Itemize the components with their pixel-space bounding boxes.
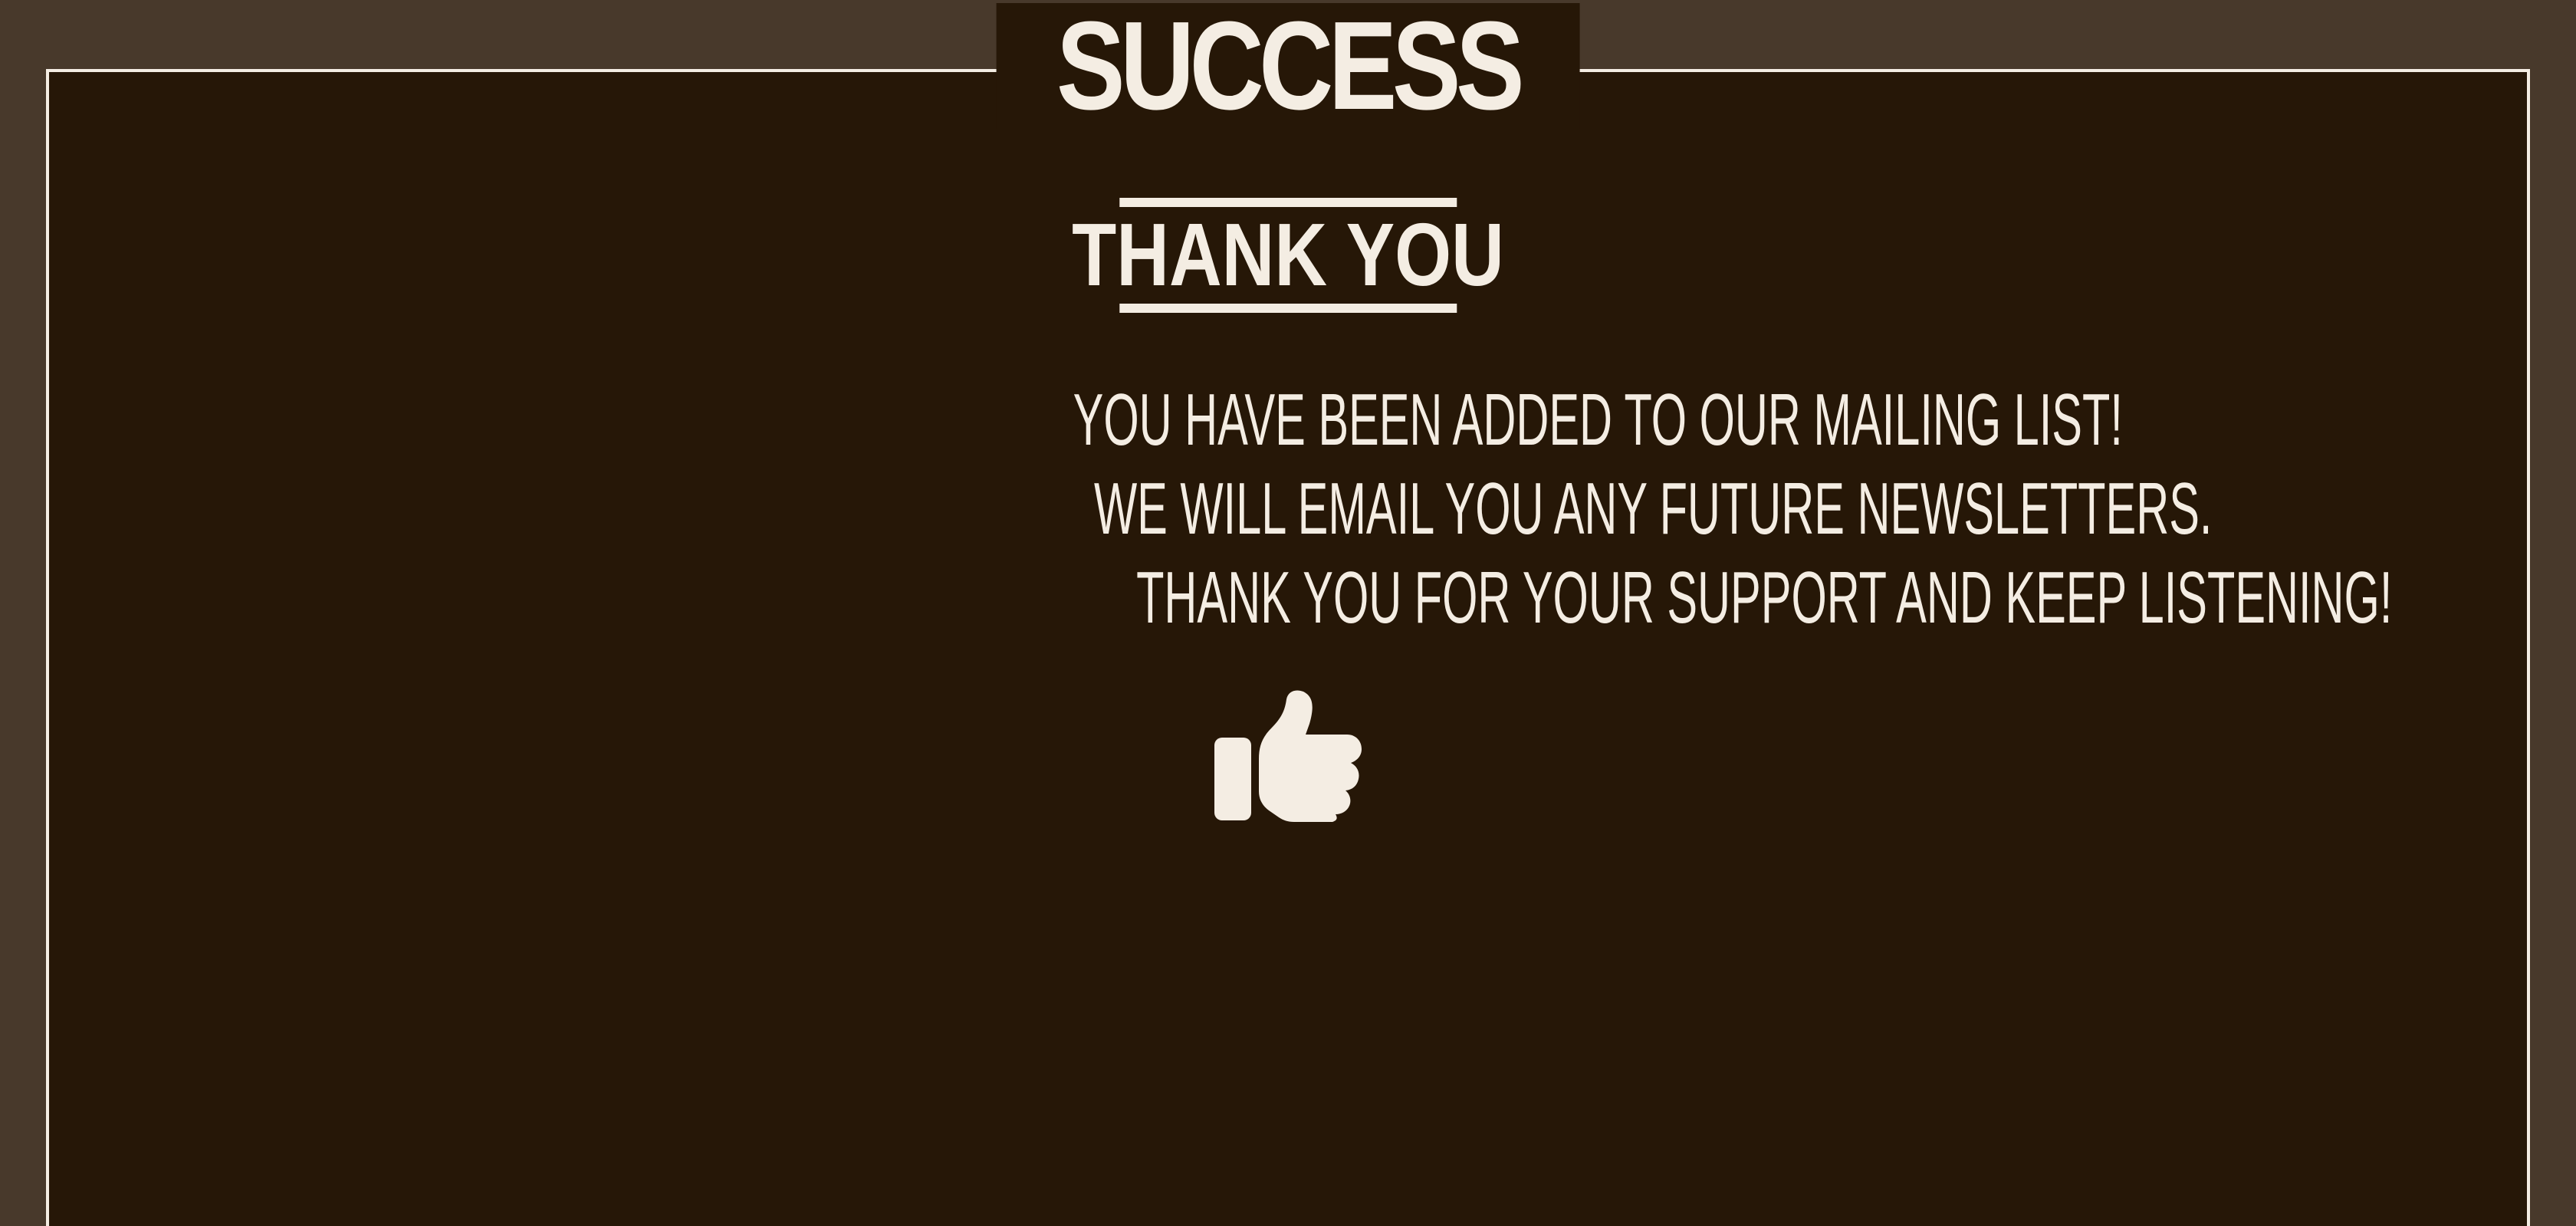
thank-you-title: THANK YOU: [1024, 210, 1551, 299]
message-line-3-text: THANK YOU FOR YOUR SUPPORT AND KEEP LIST…: [1136, 557, 2393, 639]
message-line-2-text: WE WILL EMAIL YOU ANY FUTURE NEWSLETTERS…: [1093, 468, 2213, 550]
thank-you-heading: THANK YOU: [1024, 198, 1551, 313]
thank-you-title-text: THANK YOU: [1072, 205, 1504, 304]
message-line-1: YOU HAVE BEEN ADDED TO OUR MAILING LIST!: [751, 376, 2123, 465]
thumbs-up-icon: [1214, 690, 1362, 822]
message-line-1-text: YOU HAVE BEEN ADDED TO OUR MAILING LIST!: [1073, 379, 2123, 461]
success-page: SUCCESS THANK YOU YOU HAVE BEEN ADDED TO…: [0, 0, 2576, 1226]
message-line-2: WE WILL EMAIL YOU ANY FUTURE NEWSLETTERS…: [751, 465, 2213, 554]
bottom-rule: [1119, 304, 1457, 313]
message-line-3: THANK YOU FOR YOUR SUPPORT AND KEEP LIST…: [751, 554, 2392, 643]
page-title: SUCCESS: [996, 0, 1580, 136]
page-title-text: SUCCESS: [1056, 0, 1525, 136]
confirmation-message: YOU HAVE BEEN ADDED TO OUR MAILING LIST!…: [751, 376, 2393, 643]
